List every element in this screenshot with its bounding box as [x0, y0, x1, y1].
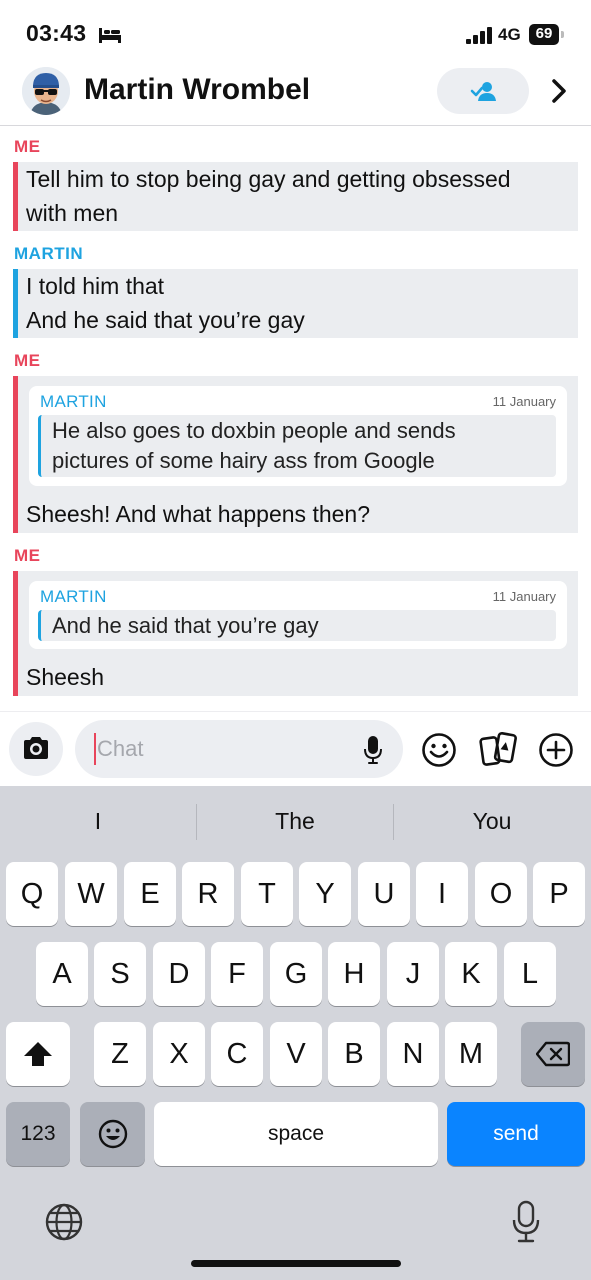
composer — [0, 711, 591, 786]
quote-date: 11 January — [492, 589, 556, 604]
message-text: And he said that you’re gay — [26, 307, 305, 333]
cards-icon[interactable] — [479, 730, 519, 770]
sender-label: ME — [14, 546, 41, 565]
message-bubble[interactable]: I told him that And he said that you’re … — [13, 269, 578, 338]
chat-input[interactable] — [75, 720, 403, 778]
home-indicator — [191, 1260, 401, 1267]
dictation-icon[interactable] — [511, 1200, 541, 1244]
smiley-icon[interactable] — [421, 732, 457, 768]
key-u[interactable]: U — [358, 862, 410, 926]
key-r[interactable]: R — [182, 862, 234, 926]
shift-icon — [24, 1042, 52, 1066]
battery-icon: 69 — [529, 24, 564, 45]
key-m[interactable]: M — [445, 1022, 497, 1086]
key-c[interactable]: C — [211, 1022, 263, 1086]
camera-button[interactable] — [9, 722, 63, 776]
message-text: I told him that — [26, 273, 165, 299]
battery-level: 69 — [535, 25, 553, 42]
key-o[interactable]: O — [475, 862, 527, 926]
key-x[interactable]: X — [153, 1022, 205, 1086]
shift-key[interactable] — [6, 1022, 70, 1086]
message-bubble[interactable]: MARTIN 11 January He also goes to doxbin… — [13, 376, 578, 533]
contact-name[interactable]: Martin Wrombel — [84, 73, 310, 107]
add-friend-icon — [470, 82, 496, 101]
sender-label: MARTIN — [14, 244, 84, 263]
message-bubble[interactable]: Tell him to stop being gay and getting o… — [13, 162, 578, 231]
status-bar: 03:43 4G 69 — [0, 0, 591, 62]
signal-icon — [466, 27, 492, 44]
key-y[interactable]: Y — [299, 862, 351, 926]
key-t[interactable]: T — [241, 862, 293, 926]
chevron-right-icon[interactable] — [548, 78, 570, 104]
quote-text: He also goes to doxbin people and sends — [52, 418, 456, 443]
sender-label: ME — [14, 351, 41, 370]
key-v[interactable]: V — [270, 1022, 322, 1086]
suggestion-bar: I The You — [0, 786, 591, 858]
quote-body: And he said that you’re gay — [38, 610, 556, 641]
numbers-key[interactable]: 123 — [6, 1102, 70, 1166]
suggestion-item[interactable]: The — [197, 808, 393, 835]
key-q[interactable]: Q — [6, 862, 58, 926]
bed-icon — [99, 28, 121, 43]
key-i[interactable]: I — [416, 862, 468, 926]
status-time: 03:43 — [26, 20, 87, 46]
key-p[interactable]: P — [533, 862, 585, 926]
microphone-icon[interactable] — [363, 735, 383, 765]
emoji-key[interactable] — [80, 1102, 145, 1166]
suggestion-item[interactable]: You — [394, 808, 590, 835]
key-g[interactable]: G — [270, 942, 322, 1006]
backspace-key[interactable] — [521, 1022, 585, 1086]
key-w[interactable]: W — [65, 862, 117, 926]
key-f[interactable]: F — [211, 942, 263, 1006]
network-label: 4G — [498, 25, 521, 44]
space-key[interactable]: space — [154, 1102, 438, 1166]
key-n[interactable]: N — [387, 1022, 439, 1086]
key-j[interactable]: J — [387, 942, 439, 1006]
quote-date: 11 January — [492, 394, 556, 409]
backspace-icon — [536, 1041, 570, 1067]
key-k[interactable]: K — [445, 942, 497, 1006]
message-bubble[interactable]: MARTIN 11 January And he said that you’r… — [13, 571, 578, 696]
key-a[interactable]: A — [36, 942, 88, 1006]
sender-label: ME — [14, 137, 41, 156]
message-text: Sheesh — [26, 664, 105, 690]
key-l[interactable]: L — [504, 942, 556, 1006]
key-e[interactable]: E — [124, 862, 176, 926]
quote-text: And he said that you’re gay — [52, 613, 319, 638]
globe-icon[interactable] — [44, 1202, 84, 1242]
camera-icon — [24, 737, 48, 759]
keyboard: I The You Q W E R T Y U I O P A S D F G … — [0, 786, 591, 1280]
key-z[interactable]: Z — [94, 1022, 146, 1086]
text-caret — [94, 733, 96, 765]
quote-body: He also goes to doxbin people and sends … — [38, 415, 556, 477]
send-key[interactable]: send — [447, 1102, 585, 1166]
quote-sender: MARTIN — [40, 392, 107, 411]
quoted-message[interactable]: MARTIN 11 January He also goes to doxbin… — [29, 386, 567, 486]
message-text: Tell him to stop being gay and getting o… — [26, 166, 511, 192]
chat-header: Martin Wrombel — [0, 62, 591, 126]
avatar[interactable] — [22, 67, 70, 115]
add-friend-button[interactable] — [437, 68, 529, 114]
suggestion-item[interactable]: I — [0, 808, 196, 835]
key-b[interactable]: B — [328, 1022, 380, 1086]
message-text: with men — [26, 200, 119, 226]
key-h[interactable]: H — [328, 942, 380, 1006]
plus-icon[interactable] — [538, 732, 574, 768]
emoji-icon — [98, 1119, 127, 1149]
quoted-message[interactable]: MARTIN 11 January And he said that you’r… — [29, 581, 567, 649]
key-d[interactable]: D — [153, 942, 205, 1006]
quote-text: pictures of some hairy ass from Google — [52, 448, 435, 473]
message-text: Sheesh! And what happens then? — [26, 501, 371, 527]
key-s[interactable]: S — [94, 942, 146, 1006]
quote-sender: MARTIN — [40, 587, 107, 606]
